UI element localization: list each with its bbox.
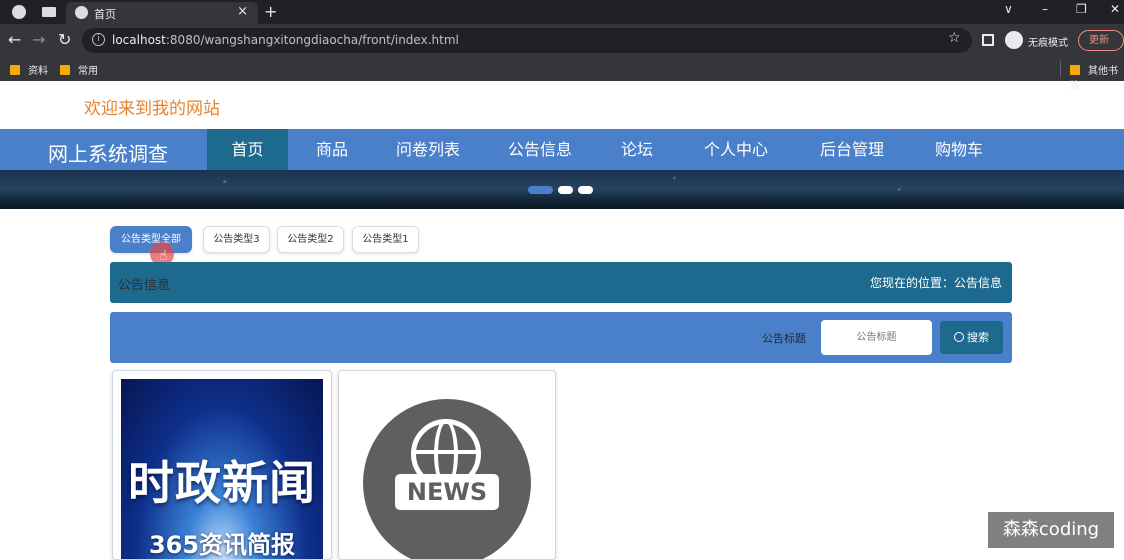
card-image: 时政新闻 365资讯简报 <box>121 379 323 559</box>
breadcrumb: 您现在的位置：公告信息 <box>869 276 1002 290</box>
search-bar: 公告标题 搜索 <box>110 312 1012 363</box>
folder-icon <box>1070 65 1080 75</box>
back-arrow-icon[interactable]: ← <box>8 30 21 49</box>
nav-profile[interactable]: 个人中心 <box>690 129 782 170</box>
carousel-dot-1[interactable] <box>528 186 553 194</box>
nav-announcements[interactable]: 公告信息 <box>494 129 586 170</box>
incognito-label: 无痕模式 <box>1028 38 1068 49</box>
carousel-dot-2[interactable] <box>558 186 573 194</box>
folder-icon <box>60 65 70 75</box>
browser-toolbar: ← → ↻ i localhost:8080/wangshangxitongdi… <box>0 24 1124 57</box>
nav-admin[interactable]: 后台管理 <box>806 129 898 170</box>
update-button[interactable]: 更新 <box>1078 30 1124 51</box>
minimize-button[interactable]: – <box>1042 2 1048 16</box>
news-icon: NEWS <box>363 399 531 559</box>
watermark: 森森coding <box>988 512 1114 548</box>
main-nav: 网上系统调查 首页 商品 问卷列表 公告信息 论坛 个人中心 后台管理 购物车 <box>0 129 1124 170</box>
filter-chip-type2[interactable]: 公告类型2 <box>277 226 344 253</box>
folder-icon <box>10 65 20 75</box>
nav-home[interactable]: 首页 <box>207 129 288 170</box>
forward-arrow-icon[interactable]: → <box>32 30 45 49</box>
search-input[interactable] <box>821 320 932 355</box>
bookmark-separator <box>1060 61 1061 77</box>
bookmark-folder-ziliao[interactable]: 资料 <box>10 62 48 77</box>
new-tab-button[interactable]: + <box>264 2 277 21</box>
url-text: localhost:8080/wangshangxitongdiaocha/fr… <box>112 33 459 47</box>
browser-tab-home[interactable]: 首页 × <box>66 2 258 24</box>
site-info-icon[interactable]: i <box>92 33 105 46</box>
announcement-card[interactable]: NEWS <box>338 370 556 560</box>
search-icon <box>954 332 964 342</box>
carousel-dot-3[interactable] <box>578 186 593 194</box>
address-bar[interactable]: i localhost:8080/wangshangxitongdiaocha/… <box>82 28 972 53</box>
search-label: 公告标题 <box>762 332 806 345</box>
restore-button[interactable]: ❐ <box>1076 2 1087 16</box>
nav-products[interactable]: 商品 <box>296 129 368 170</box>
card-image-subtitle: 365资讯简报 <box>148 531 296 559</box>
welcome-text: 欢迎来到我的网站 <box>84 99 220 119</box>
bookmark-star-icon[interactable]: ☆ <box>948 30 961 46</box>
globe-icon <box>75 6 88 19</box>
tab-search-icon[interactable] <box>42 7 56 17</box>
other-bookmarks[interactable]: 其他书签 <box>1070 62 1124 92</box>
tab-title: 首页 <box>94 8 116 21</box>
tab-list-button[interactable]: ∨ <box>1004 2 1013 16</box>
close-window-button[interactable]: ✕ <box>1110 2 1120 16</box>
incognito-icon <box>1005 31 1023 49</box>
side-panel-icon[interactable] <box>982 34 994 46</box>
search-button[interactable]: 搜索 <box>940 321 1003 354</box>
announcement-card[interactable]: 时政新闻 365资讯简报 <box>112 370 332 560</box>
location-bar: 公告信息 您现在的位置：公告信息 <box>110 262 1012 303</box>
nav-survey-list[interactable]: 问卷列表 <box>382 129 474 170</box>
section-title: 公告信息 <box>118 278 171 293</box>
browser-tab-strip: 首页 × + ∨ – ❐ ✕ <box>0 0 1124 24</box>
filter-chip-type1[interactable]: 公告类型1 <box>352 226 419 253</box>
filter-chip-type3[interactable]: 公告类型3 <box>203 226 270 253</box>
site-brand[interactable]: 网上系统调查 <box>48 138 168 167</box>
card-image-title: 时政新闻 <box>128 456 316 510</box>
nav-cart[interactable]: 购物车 <box>920 129 998 170</box>
close-tab-icon[interactable]: × <box>237 4 248 19</box>
news-badge: NEWS <box>395 474 499 510</box>
chrome-icon[interactable] <box>12 5 26 19</box>
bookmarks-bar: 资料 常用 其他书签 <box>0 57 1124 92</box>
nav-forum[interactable]: 论坛 <box>606 129 668 170</box>
bookmark-folder-changyong[interactable]: 常用 <box>60 62 98 77</box>
hero-carousel <box>0 170 1124 209</box>
reload-icon[interactable]: ↻ <box>58 30 71 49</box>
